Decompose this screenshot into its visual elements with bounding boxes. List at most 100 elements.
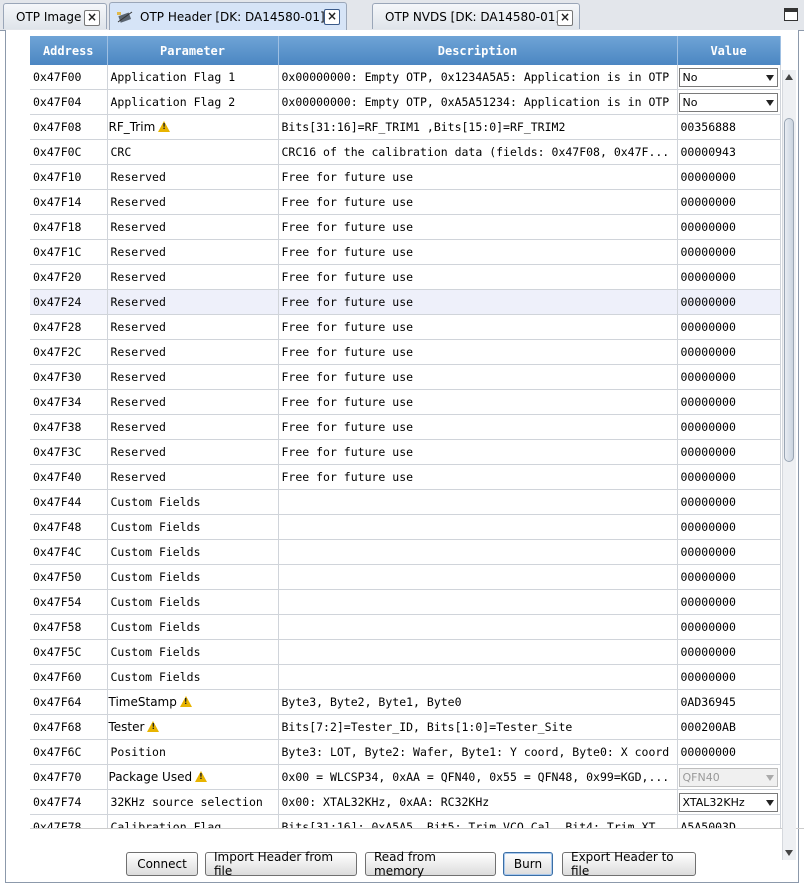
export-header-button[interactable]: Export Header to file bbox=[562, 850, 696, 878]
parameter-cell: CRC bbox=[107, 139, 279, 165]
value-cell[interactable]: 00000943 bbox=[677, 139, 781, 165]
value-cell[interactable]: 0AD36945 bbox=[677, 689, 781, 715]
tab-otp-nvds[interactable]: OTP NVDS [DK: DA14580-01] × bbox=[372, 3, 580, 29]
table-row[interactable]: 0x47F24 Reserved Free for future use 000000… bbox=[30, 289, 781, 315]
description-cell: Bits[31:16]=RF_TRIM1 ,Bits[15:0]=RF_TRIM… bbox=[278, 114, 678, 140]
maximize-icon[interactable] bbox=[784, 8, 798, 21]
description-cell bbox=[278, 614, 678, 640]
table-row[interactable]: 0x47F20 Reserved Free for future use 000000… bbox=[30, 264, 781, 290]
description-cell: Byte3, Byte2, Byte1, Byte0 bbox=[278, 689, 678, 715]
table-row[interactable]: 0x47F64TimeStamp Byte3, Byte2, Byte1, Byt… bbox=[30, 689, 781, 715]
value-cell[interactable]: 00000000 bbox=[677, 614, 781, 640]
table-row[interactable]: 0x47F18 Reserved Free for future use 000000… bbox=[30, 214, 781, 240]
tab-otp-image[interactable]: OTP Image × bbox=[3, 3, 107, 29]
burn-button[interactable]: Burn bbox=[503, 852, 553, 876]
description-cell bbox=[278, 564, 678, 590]
value-dropdown[interactable]: XTAL32KHz bbox=[678, 792, 778, 812]
table-row[interactable]: 0x47F10 Reserved Free for future use 000000… bbox=[30, 164, 781, 190]
table-row[interactable]: 0x47F6C Position Byte3: LOT, Byte2: Wafer,… bbox=[30, 739, 781, 765]
scroll-up-icon[interactable] bbox=[785, 74, 793, 80]
column-header-parameter[interactable]: Parameter bbox=[107, 36, 279, 65]
table-row[interactable]: 0x47F44 Custom Fields 00000000 bbox=[30, 489, 781, 515]
parameter-cell: Custom Fields bbox=[107, 564, 279, 590]
table-row[interactable]: 0x47F54 Custom Fields 00000000 bbox=[30, 589, 781, 615]
value-cell[interactable]: 00000000 bbox=[677, 214, 781, 240]
address-cell: 0x47F68 bbox=[30, 714, 108, 740]
value-cell[interactable]: 00000000 bbox=[677, 489, 781, 515]
value-cell[interactable]: 00000000 bbox=[677, 314, 781, 340]
value-cell[interactable]: 00000000 bbox=[677, 589, 781, 615]
value-cell[interactable]: A5A5003D bbox=[677, 814, 781, 828]
value-cell[interactable]: 00000000 bbox=[677, 289, 781, 315]
value-cell[interactable]: 00000000 bbox=[677, 464, 781, 490]
value-cell[interactable]: 00000000 bbox=[677, 164, 781, 190]
description-cell: Free for future use bbox=[278, 389, 678, 415]
dropdown-selected-value: QFN40 bbox=[682, 770, 720, 784]
value-cell[interactable]: 00356888 bbox=[677, 114, 781, 140]
description-cell: CRC16 of the calibration data (fields: 0… bbox=[278, 139, 678, 165]
table-row[interactable]: 0x47F78 Calibration Flag Bits[31:16]: 0xA5… bbox=[30, 814, 781, 828]
value-dropdown[interactable]: No bbox=[678, 67, 778, 87]
value-cell[interactable]: 00000000 bbox=[677, 564, 781, 590]
value-cell[interactable]: 00000000 bbox=[677, 439, 781, 465]
value-cell[interactable]: 00000000 bbox=[677, 239, 781, 265]
table-row[interactable]: 0x47F30 Reserved Free for future use 000000… bbox=[30, 364, 781, 390]
description-cell: Free for future use bbox=[278, 464, 678, 490]
close-icon[interactable]: × bbox=[324, 9, 340, 25]
parameter-cell: Reserved bbox=[107, 339, 279, 365]
table-row[interactable]: 0x47F38 Reserved Free for future use 000000… bbox=[30, 414, 781, 440]
value-cell[interactable]: 00000000 bbox=[677, 414, 781, 440]
table-row[interactable]: 0x47F34 Reserved Free for future use 000000… bbox=[30, 389, 781, 415]
value-cell[interactable]: 00000000 bbox=[677, 339, 781, 365]
table-row[interactable]: 0x47F60 Custom Fields 00000000 bbox=[30, 664, 781, 690]
table-row[interactable]: 0x47F68Tester Bits[7:2]=Tester_ID, Bits[1… bbox=[30, 714, 781, 740]
table-row[interactable]: 0x47F58 Custom Fields 00000000 bbox=[30, 614, 781, 640]
table-row[interactable]: 0x47F70Package Used 0x00 = WLCSP34, 0xAA … bbox=[30, 764, 781, 790]
column-header-address[interactable]: Address bbox=[30, 36, 108, 65]
parameter-cell: Reserved bbox=[107, 264, 279, 290]
value-cell[interactable]: 00000000 bbox=[677, 664, 781, 690]
table-row[interactable]: 0x47F08RF_Trim Bits[31:16]=RF_TRIM1 ,Bits… bbox=[30, 114, 781, 140]
parameter-cell: Calibration Flag bbox=[107, 814, 279, 828]
table-row[interactable]: 0x47F50 Custom Fields 00000000 bbox=[30, 564, 781, 590]
tab-label: OTP Header [DK: DA14580-01] bbox=[140, 9, 325, 24]
value-cell[interactable]: 000200AB bbox=[677, 714, 781, 740]
table-row[interactable]: 0x47F2C Reserved Free for future use 000000… bbox=[30, 339, 781, 365]
connect-button[interactable]: Connect bbox=[126, 852, 198, 876]
table-row[interactable]: 0x47F14 Reserved Free for future use 000000… bbox=[30, 189, 781, 215]
value-cell[interactable]: 00000000 bbox=[677, 539, 781, 565]
table-row[interactable]: 0x47F5C Custom Fields 00000000 bbox=[30, 639, 781, 665]
table-row[interactable]: 0x47F48 Custom Fields 00000000 bbox=[30, 514, 781, 540]
value-cell[interactable]: 00000000 bbox=[677, 514, 781, 540]
table-row[interactable]: 0x47F0C CRC CRC16 of the calibration data … bbox=[30, 139, 781, 165]
address-cell: 0x47F64 bbox=[30, 689, 108, 715]
table-row[interactable]: 0x47F04 Application Flag 2 0x00000000: Emp… bbox=[30, 89, 781, 115]
import-header-button[interactable]: Import Header from file bbox=[205, 850, 357, 878]
table-row[interactable]: 0x47F74 32KHz source selection 0x00: XTAL3… bbox=[30, 789, 781, 815]
tab-otp-header[interactable]: OTP Header [DK: DA14580-01] × bbox=[109, 2, 347, 30]
scroll-down-icon[interactable] bbox=[785, 850, 793, 856]
close-icon[interactable]: × bbox=[557, 10, 573, 26]
table-row[interactable]: 0x47F1C Reserved Free for future use 000000… bbox=[30, 239, 781, 265]
table-row[interactable]: 0x47F3C Reserved Free for future use 000000… bbox=[30, 439, 781, 465]
value-cell[interactable]: 00000000 bbox=[677, 389, 781, 415]
table-row[interactable]: 0x47F40 Reserved Free for future use 000000… bbox=[30, 464, 781, 490]
table-row[interactable]: 0x47F4C Custom Fields 00000000 bbox=[30, 539, 781, 565]
table-row[interactable]: 0x47F00 Application Flag 1 0x00000000: Emp… bbox=[30, 65, 781, 90]
column-header-value[interactable]: Value bbox=[677, 36, 781, 65]
value-cell[interactable]: 00000000 bbox=[677, 639, 781, 665]
table-row[interactable]: 0x47F28 Reserved Free for future use 000000… bbox=[30, 314, 781, 340]
value-cell[interactable]: 00000000 bbox=[677, 739, 781, 765]
description-cell: 0x00000000: Empty OTP, 0x1234A5A5: Appli… bbox=[278, 65, 678, 90]
value-dropdown[interactable]: No bbox=[678, 92, 778, 112]
column-header-description[interactable]: Description bbox=[278, 36, 678, 65]
vertical-scrollbar[interactable] bbox=[782, 70, 796, 860]
scroll-thumb[interactable] bbox=[784, 118, 794, 462]
close-icon[interactable]: × bbox=[84, 10, 100, 26]
parameter-label: RF_Trim bbox=[108, 120, 156, 134]
description-cell: Free for future use bbox=[278, 339, 678, 365]
value-cell[interactable]: 00000000 bbox=[677, 364, 781, 390]
value-cell[interactable]: 00000000 bbox=[677, 189, 781, 215]
read-memory-button[interactable]: Read from memory bbox=[365, 850, 496, 878]
value-cell[interactable]: 00000000 bbox=[677, 264, 781, 290]
